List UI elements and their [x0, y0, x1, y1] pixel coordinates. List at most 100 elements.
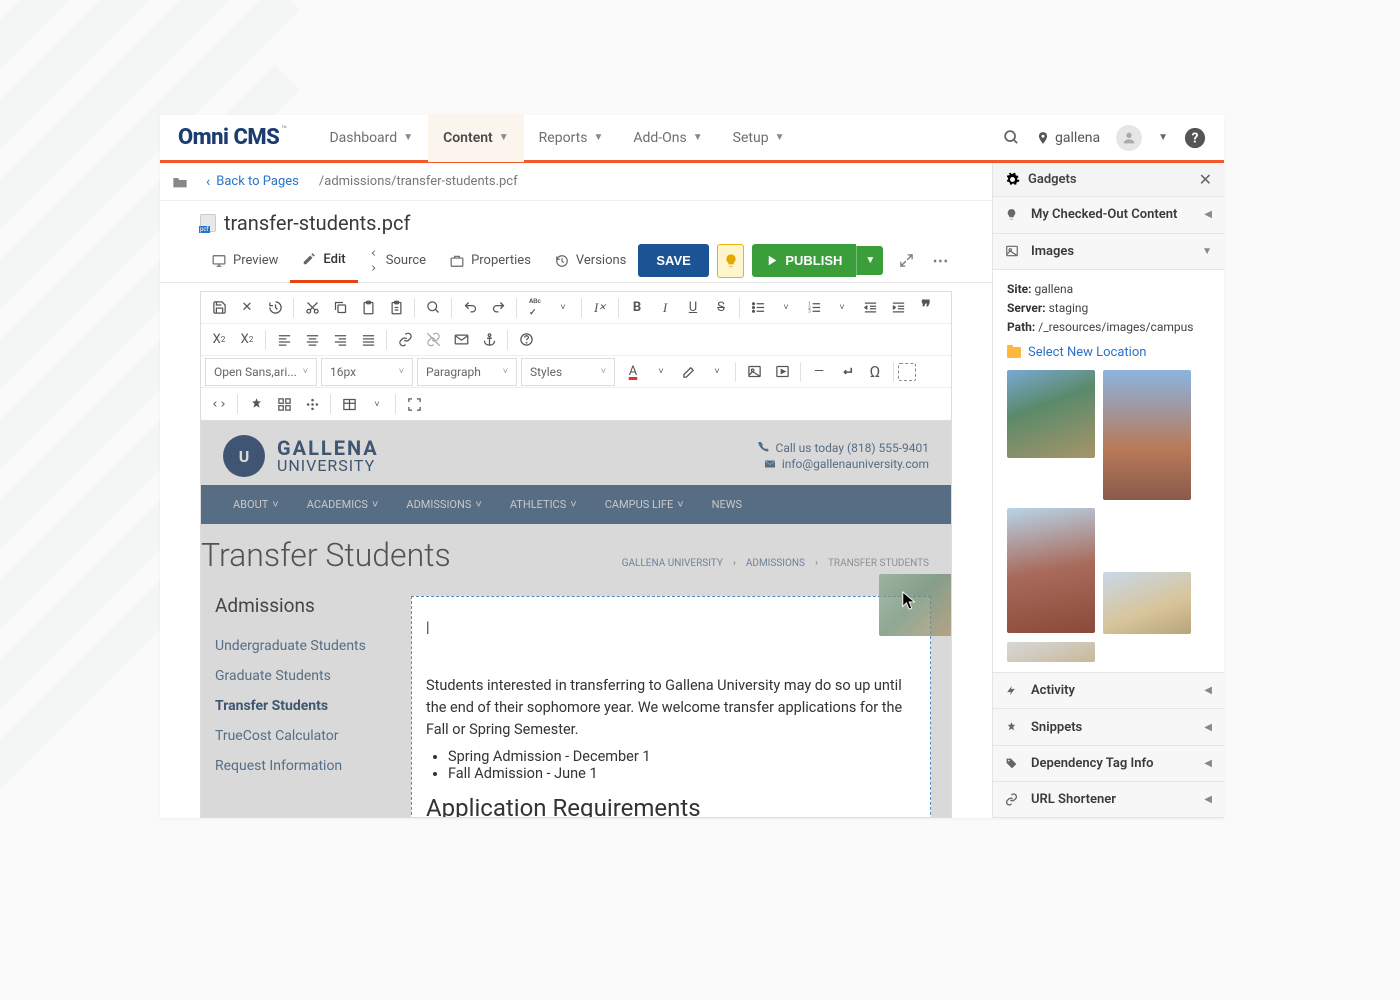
nav-dashboard[interactable]: Dashboard▼	[314, 114, 428, 162]
spellcheck-lang-icon[interactable]: ˅	[549, 294, 577, 322]
superscript-icon[interactable]: X2	[205, 326, 233, 354]
select-location-link[interactable]: Select New Location	[1007, 345, 1210, 360]
tab-source[interactable]: ‹ ›Source	[358, 239, 438, 283]
hr-icon[interactable]: —	[805, 358, 833, 386]
restore-icon[interactable]	[261, 294, 289, 322]
code-icon[interactable]: ‹›	[205, 390, 233, 418]
nav-reports[interactable]: Reports▼	[524, 114, 619, 162]
text-color-dd-icon[interactable]: ˅	[647, 358, 675, 386]
gadget-snippets[interactable]: Snippets ◀	[993, 709, 1224, 745]
fullscreen-icon[interactable]	[400, 390, 428, 418]
bold-icon[interactable]: B	[623, 294, 651, 322]
italic-icon[interactable]: I	[651, 294, 679, 322]
tab-versions[interactable]: Versions	[543, 239, 638, 283]
close-icon[interactable]: ✕	[1199, 170, 1212, 189]
link-icon[interactable]	[391, 326, 419, 354]
component-icon[interactable]	[298, 390, 326, 418]
avatar[interactable]	[1116, 125, 1142, 151]
find-icon[interactable]	[419, 294, 447, 322]
expand-icon[interactable]	[895, 247, 917, 275]
copy-icon[interactable]	[326, 294, 354, 322]
blockquote-icon[interactable]: ❞	[912, 294, 940, 322]
image-thumbnail[interactable]	[1007, 642, 1095, 662]
sidenav-request: Request Information	[215, 751, 377, 781]
bg-color-icon[interactable]	[675, 358, 703, 386]
align-center-icon[interactable]	[298, 326, 326, 354]
gadget-activity[interactable]: Activity ◀	[993, 673, 1224, 709]
tab-preview[interactable]: Preview	[200, 239, 290, 283]
save-button[interactable]: SAVE	[638, 244, 708, 277]
gear-icon[interactable]	[1005, 172, 1020, 187]
bullet-list-dd-icon[interactable]: ˅	[772, 294, 800, 322]
nav-content[interactable]: Content▼	[428, 114, 524, 162]
redo-icon[interactable]	[484, 294, 512, 322]
more-icon[interactable]: ⋯	[930, 247, 952, 275]
underline-icon[interactable]: U	[679, 294, 707, 322]
product-logo[interactable]: Omni CMS™	[178, 125, 286, 150]
text-color-icon[interactable]: A	[619, 358, 647, 386]
undo-icon[interactable]	[456, 294, 484, 322]
number-list-icon[interactable]: 123	[800, 294, 828, 322]
image-thumbnail[interactable]	[1007, 508, 1095, 633]
align-right-icon[interactable]	[326, 326, 354, 354]
nav-setup[interactable]: Setup▼	[718, 114, 800, 162]
align-left-icon[interactable]	[270, 326, 298, 354]
user-chevron-icon[interactable]: ▼	[1158, 132, 1168, 143]
help-toolbar-icon[interactable]	[512, 326, 540, 354]
select-all-icon[interactable]	[898, 363, 916, 381]
table-dd-icon[interactable]: ˅	[363, 390, 391, 418]
style-select[interactable]: Styles˅	[521, 358, 615, 386]
paste-icon[interactable]	[354, 294, 382, 322]
image-thumbnail[interactable]	[1103, 370, 1191, 500]
editable-region[interactable]: | Students interested in transferring to…	[391, 584, 951, 818]
unlink-icon[interactable]	[419, 326, 447, 354]
indent-icon[interactable]	[884, 294, 912, 322]
folder-icon[interactable]	[172, 175, 188, 189]
outdent-icon[interactable]	[856, 294, 884, 322]
line-break-icon[interactable]	[833, 358, 861, 386]
gadgets-title: Gadgets	[1028, 172, 1077, 187]
special-char-icon[interactable]: Ω	[861, 358, 889, 386]
side-nav: Admissions Undergraduate Students Gradua…	[201, 584, 391, 818]
publish-dropdown[interactable]: ▼	[856, 246, 883, 275]
cut-icon[interactable]	[298, 294, 326, 322]
strike-icon[interactable]: S	[707, 294, 735, 322]
asset-icon[interactable]	[270, 390, 298, 418]
font-size-select[interactable]: 16px˅	[321, 358, 413, 386]
image-thumbnail[interactable]	[1103, 572, 1191, 634]
collapse-icon: ◀	[1204, 758, 1212, 769]
site-nav-about: ABOUT ˅	[219, 485, 293, 524]
email-link-icon[interactable]	[447, 326, 475, 354]
site-selector[interactable]: gallena	[1036, 130, 1100, 146]
tab-properties[interactable]: Properties	[438, 239, 543, 283]
align-justify-icon[interactable]	[354, 326, 382, 354]
snippet-icon[interactable]	[242, 390, 270, 418]
table-icon[interactable]	[335, 390, 363, 418]
clear-format-icon[interactable]: I✕	[586, 294, 614, 322]
help-icon[interactable]: ?	[1184, 127, 1206, 149]
search-icon[interactable]	[1003, 129, 1020, 146]
bg-color-dd-icon[interactable]: ˅	[703, 358, 731, 386]
subscript-icon[interactable]: X2	[233, 326, 261, 354]
anchor-icon[interactable]	[475, 326, 503, 354]
font-family-select[interactable]: Open Sans,ari...˅	[205, 358, 317, 386]
paste-text-icon[interactable]	[382, 294, 410, 322]
save-draft-icon[interactable]	[205, 294, 233, 322]
back-link[interactable]: ‹Back to Pages	[206, 174, 299, 190]
nav-addons[interactable]: Add-Ons▼	[618, 114, 717, 162]
gadget-checkout[interactable]: My Checked-Out Content ◀	[993, 197, 1224, 233]
spellcheck-icon[interactable]: ᴬᴮᶜ✓	[521, 294, 549, 322]
close-icon[interactable]: ✕	[233, 294, 261, 322]
image-thumbnail[interactable]	[1007, 370, 1095, 458]
image-icon[interactable]	[740, 358, 768, 386]
gadget-dependency[interactable]: Dependency Tag Info ◀	[993, 746, 1224, 782]
bullet-list-icon[interactable]	[744, 294, 772, 322]
block-format-select[interactable]: Paragraph˅	[417, 358, 517, 386]
gadget-images-header[interactable]: Images ▼	[993, 234, 1224, 270]
lightbulb-button[interactable]	[717, 244, 745, 278]
publish-button[interactable]: PUBLISH	[752, 244, 856, 277]
gadget-url[interactable]: URL Shortener ◀	[993, 782, 1224, 818]
media-icon[interactable]	[768, 358, 796, 386]
tab-edit[interactable]: Edit	[290, 239, 357, 283]
number-list-dd-icon[interactable]: ˅	[828, 294, 856, 322]
